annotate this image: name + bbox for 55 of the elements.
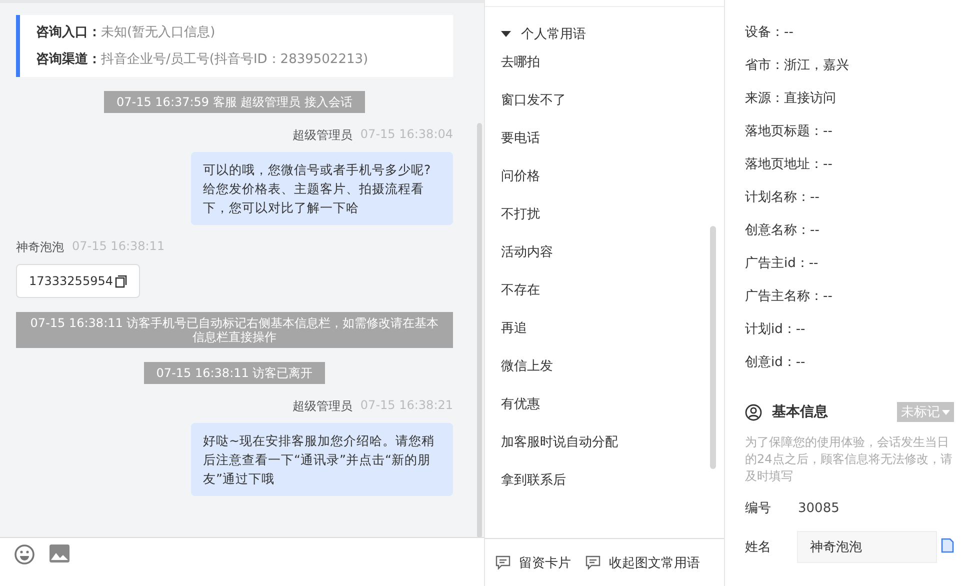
- visitor-info-text: 广告主id：--: [745, 254, 818, 272]
- caret-icon: [942, 410, 950, 414]
- phone-number: 17333255954: [29, 274, 113, 288]
- phrase-group-header[interactable]: 个人常用语: [485, 25, 602, 43]
- copy-icon[interactable]: [114, 274, 127, 288]
- quick-phrase-item[interactable]: 要电话: [485, 119, 724, 157]
- sender-name: 超级管理员: [292, 127, 352, 144]
- quick-phrase-item[interactable]: 问价格: [485, 157, 724, 195]
- consult-info-line: 咨询渠道：抖音企业号/员工号(抖音号ID：2839502213): [36, 50, 370, 69]
- system-message: 07-15 16:37:59 客服 超级管理员 接入会话: [104, 91, 365, 113]
- visitor-info-text: 计划名称：--: [745, 188, 820, 206]
- footer-action-button[interactable]: 收起图文常用语: [585, 554, 700, 572]
- quick-phrase-item[interactable]: 不打扰: [485, 195, 724, 233]
- visitor-info-text: 广告主名称：--: [745, 288, 832, 304]
- footer-action-button[interactable]: 留资卡片: [495, 554, 571, 572]
- visitor-info-text: 省市：浙江，嘉兴: [745, 56, 849, 74]
- visitor-info-text: 创意名称：--: [745, 222, 820, 238]
- system-message: 07-15 16:38:11 访客手机号已自动标记右侧基本信息栏，如需修改请在基本信息栏直接操作: [16, 312, 453, 348]
- quick-phrase-item[interactable]: 微信上发: [485, 347, 724, 385]
- quick-phrase-item[interactable]: 有优惠: [485, 385, 724, 423]
- message-bubble: 好哒~现在安排客服加您介绍哈。请您稍后注意查看一下“通讯录”并点击“新的朋友”通过下哦: [191, 423, 453, 496]
- quick-phrase-item[interactable]: 窗口发不了: [485, 81, 724, 119]
- quick-phrase-item[interactable]: 再追: [485, 309, 724, 347]
- system-message: 07-15 16:38:11 访客已离开: [144, 362, 325, 384]
- quick-phrase-item[interactable]: 加客服时说自动分配: [485, 423, 724, 461]
- message-icon: [495, 555, 511, 570]
- message-bubble: 可以的哦，您微信号或者手机号多少呢?给您发价格表、主题客片、拍摄流程看下，您可以对比了解一下哈: [191, 152, 453, 225]
- visitor-info-text: 创意id：--: [745, 354, 806, 370]
- quick-phrase-item[interactable]: 去哪拍: [485, 43, 724, 81]
- visitor-info-text: 落地页标题：--: [745, 122, 832, 140]
- message-time: 07-15 16:38:21: [360, 398, 453, 414]
- visitor-info-text: 计划id：--: [745, 320, 806, 338]
- sender-name: 超级管理员: [292, 398, 352, 415]
- emoji-icon[interactable]: [14, 544, 35, 565]
- consult-info-line: 咨询入口：未知(暂无入口信息): [36, 24, 216, 42]
- message-icon: [585, 555, 601, 570]
- field-label: 编号: [745, 500, 772, 517]
- notice-text: 为了保障您的使用体验，会话发生当日的24点之后，顾客信息将无法修改，请及时填写: [745, 434, 954, 485]
- message-time: 07-15 16:38:11: [72, 239, 165, 255]
- visitor-info-text: 来源：直接访问: [745, 90, 836, 106]
- message-time: 07-15 16:38:04: [360, 127, 453, 143]
- field-label: 姓名: [745, 539, 772, 556]
- scrollbar[interactable]: [477, 123, 482, 537]
- sender-name: 神奇泡泡: [16, 239, 64, 256]
- quick-phrase-item[interactable]: 不存在: [485, 271, 724, 309]
- visitor-info-text: 落地页地址：--: [745, 156, 832, 172]
- quick-phrase-item[interactable]: 活动内容: [485, 233, 724, 271]
- name-input-field[interactable]: 神奇泡泡: [797, 531, 937, 563]
- field-value: 30085: [798, 500, 840, 516]
- section-title: 基本信息: [772, 403, 828, 421]
- scrollbar[interactable]: [710, 226, 716, 469]
- image-icon[interactable]: [49, 544, 70, 563]
- visitor-info-text: 设备：--: [745, 24, 794, 40]
- quick-phrase-item[interactable]: 拿到联系后: [485, 461, 724, 499]
- user-icon: [745, 404, 762, 420]
